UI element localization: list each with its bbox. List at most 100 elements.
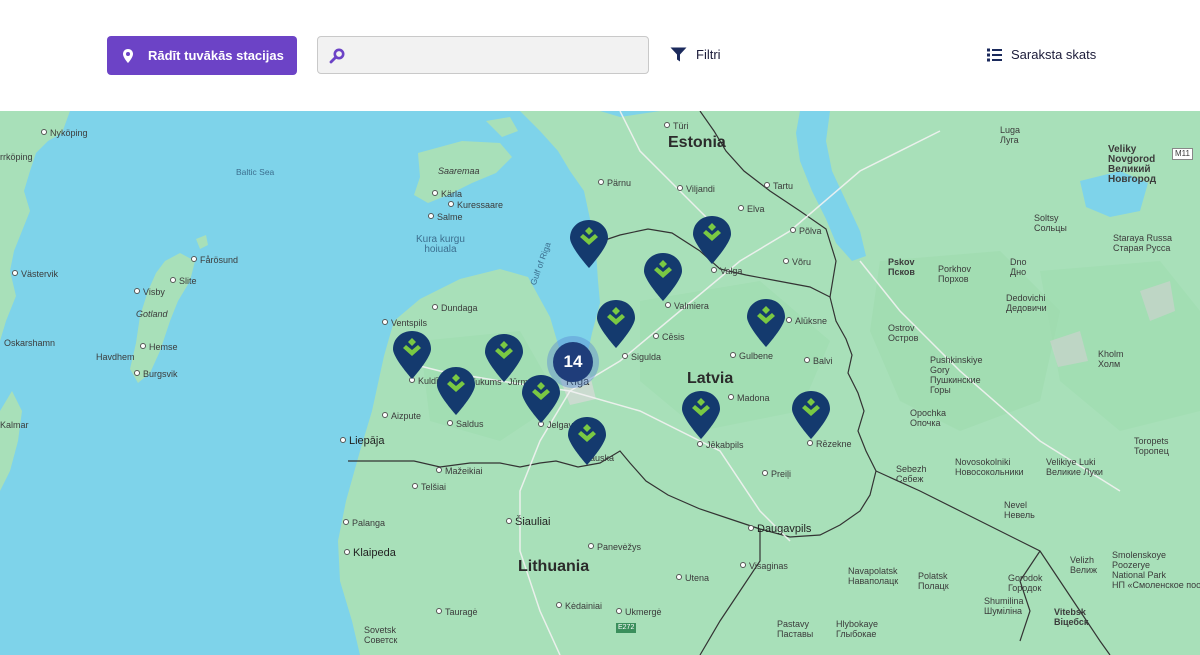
list-view-button[interactable]: Saraksta skats <box>987 47 1096 62</box>
place-label: Cēsis <box>653 332 685 342</box>
station-pin-icon <box>568 417 606 465</box>
place-label: Navapolatsk Наваполацк <box>848 566 899 586</box>
place-label: Slite <box>170 276 197 286</box>
place-label: Türi <box>664 121 689 131</box>
place-label: Dundaga <box>432 303 478 313</box>
search-box[interactable] <box>317 36 649 74</box>
map-view[interactable]: Estonia Latvia Lithuania Baltic Sea Gulf… <box>0 111 1200 655</box>
place-label: Saldus <box>447 419 484 429</box>
place-label: Tauragė <box>436 607 478 617</box>
place-label: Pastavy Паставы <box>777 619 814 639</box>
country-label-latvia: Latvia <box>687 370 734 387</box>
place-label: Palanga <box>343 518 385 528</box>
station-marker[interactable] <box>692 215 732 265</box>
place-label: Klaipeda <box>344 547 396 559</box>
place-label: Havdhem <box>96 352 135 362</box>
cluster-count: 14 <box>553 342 593 382</box>
place-label: Fårösund <box>191 255 238 265</box>
location-pin-icon <box>123 48 133 63</box>
station-marker[interactable] <box>596 299 636 349</box>
place-label: Smolenskoye Poozerye National Park НП «С… <box>1112 550 1200 590</box>
place-label: Luga Луга <box>1000 125 1021 145</box>
station-marker[interactable] <box>567 416 607 466</box>
place-label: Hlybokaye Глыбокае <box>836 619 879 639</box>
station-pin-icon <box>393 331 431 379</box>
place-label: Vitebsk Віцебск <box>1054 607 1089 627</box>
place-label: Madona <box>728 393 770 403</box>
place-label: Novosokolniki Новосокольники <box>955 457 1024 477</box>
place-label: Viljandi <box>677 184 715 194</box>
water-label-baltic-sea: Baltic Sea <box>236 167 275 177</box>
place-label: Burgsvik <box>134 369 178 379</box>
station-pin-icon <box>682 391 720 439</box>
station-pin-icon <box>747 299 785 347</box>
station-marker[interactable] <box>791 390 831 440</box>
search-input[interactable] <box>356 43 640 69</box>
place-label: Panevėžys <box>588 542 641 552</box>
search-icon <box>329 48 345 64</box>
show-nearest-stations-label: Rādīt tuvākās stacijas <box>148 48 284 63</box>
filter-funnel-icon <box>670 47 687 62</box>
place-label: Põlva <box>790 226 822 236</box>
route-badge: E272 <box>616 623 637 633</box>
place-label: Kärla <box>432 189 462 199</box>
station-marker[interactable] <box>746 298 786 348</box>
route-badge: M11 <box>1172 148 1193 160</box>
place-label: Oskarshamn <box>4 338 56 348</box>
list-view-label: Saraksta skats <box>1011 47 1097 62</box>
place-label: Salme <box>428 212 463 222</box>
station-pin-icon <box>597 300 635 348</box>
place-label: Preiļi <box>762 469 791 479</box>
place-label: Valga <box>711 266 742 276</box>
place-label: Sovetsk Советск <box>364 625 398 645</box>
place-label: Saaremaa <box>438 166 480 176</box>
station-marker[interactable] <box>681 390 721 440</box>
station-pin-icon <box>485 334 523 382</box>
station-marker[interactable] <box>484 333 524 383</box>
place-label: Gorodok Городок <box>1008 573 1043 593</box>
place-label: Ostrov Остров <box>888 323 919 343</box>
place-label: Sebezh Себеж <box>896 464 927 484</box>
place-label: Elva <box>738 204 765 214</box>
toolbar: Rādīt tuvākās stacijas Filtri Saraksta s… <box>0 0 1200 111</box>
place-label: Nevel Невель <box>1004 500 1035 520</box>
country-label-estonia: Estonia <box>668 134 726 151</box>
place-label: Soltsy Сольцы <box>1034 213 1067 233</box>
place-label: Velizh Велиж <box>1070 555 1098 575</box>
place-label: Porkhov Порхов <box>938 264 972 284</box>
place-label: Ventspils <box>382 318 427 328</box>
place-label: Shumilina Шуміліна <box>984 596 1024 616</box>
place-label: Tartu <box>764 181 793 191</box>
place-label: Valmiera <box>665 301 709 311</box>
show-nearest-stations-button[interactable]: Rādīt tuvākās stacijas <box>107 36 297 75</box>
place-label: Kalmar <box>0 420 29 430</box>
water-label-kura-kurgu: Kura kurgu hoiuala <box>416 234 465 255</box>
place-label: Västervik <box>12 269 58 279</box>
list-icon <box>987 48 1002 61</box>
station-marker[interactable] <box>436 366 476 416</box>
place-label: Aizpute <box>382 411 421 421</box>
place-label: Daugavpils <box>748 523 811 535</box>
station-pin-icon <box>792 391 830 439</box>
place-label: Rēzekne <box>807 439 852 449</box>
place-label: Polatsk Полацк <box>918 571 949 591</box>
place-label: Hemse <box>140 342 178 352</box>
place-label: Dedovichi Дедовичи <box>1006 293 1047 313</box>
place-label: Mažeikiai <box>436 466 483 476</box>
place-label: Pskov Псков <box>888 257 915 277</box>
station-marker[interactable] <box>569 219 609 269</box>
station-marker[interactable] <box>392 330 432 380</box>
place-label: Pärnu <box>598 178 631 188</box>
place-label: Kėdainiai <box>556 601 602 611</box>
place-label: Gotland <box>136 309 168 319</box>
station-pin-icon <box>693 216 731 264</box>
station-marker[interactable] <box>643 252 683 302</box>
station-cluster[interactable]: 14 <box>547 336 599 388</box>
filters-button[interactable]: Filtri <box>670 47 721 62</box>
country-label-lithuania: Lithuania <box>518 558 590 575</box>
place-label: Gulbene <box>730 351 773 361</box>
place-label: Staraya Russa Старая Русса <box>1113 233 1173 253</box>
place-label: Visaginas <box>740 561 788 571</box>
place-label: Nyköping <box>41 128 88 138</box>
place-label: Šiauliai <box>506 516 550 528</box>
